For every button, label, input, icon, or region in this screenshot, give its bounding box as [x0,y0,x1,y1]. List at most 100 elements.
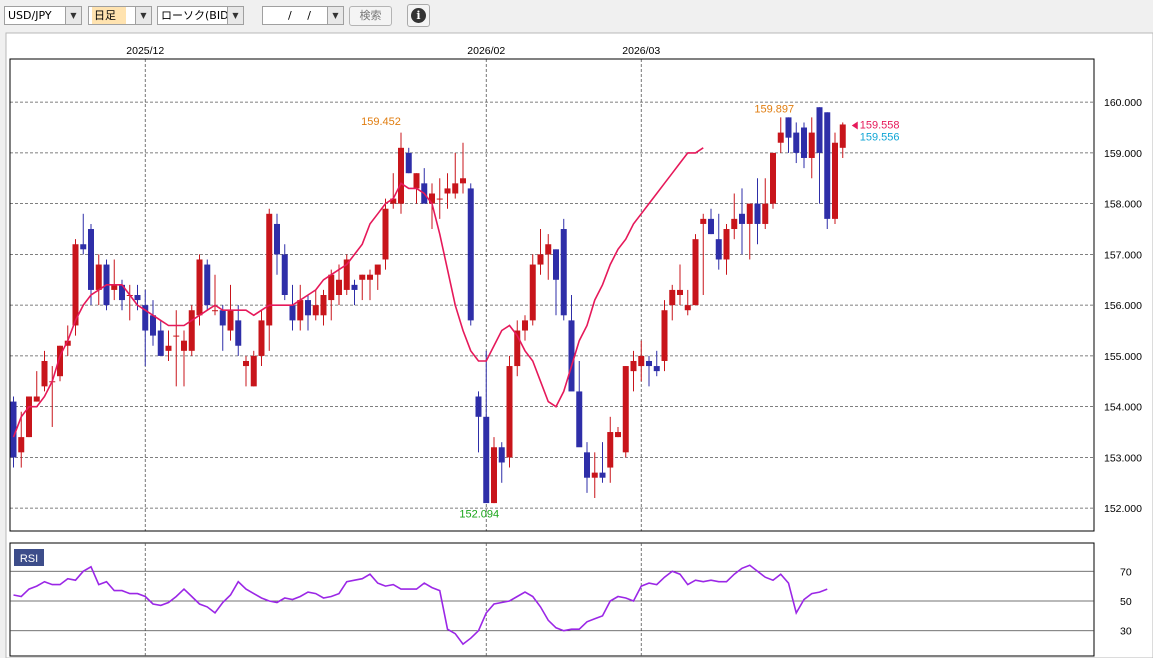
candle-body [72,244,79,326]
period-high-label: 159.452 [361,116,401,128]
candle-body [692,239,699,306]
candle-body [568,320,575,392]
candle-body [638,355,645,367]
candle-body [475,396,482,417]
candle-body [219,310,226,326]
candle-body [41,360,48,387]
date-tick-label: 2025/12 [126,45,164,57]
price-tick-label: 157.000 [1104,249,1142,261]
chevron-down-icon: ▼ [227,7,243,24]
period-low-label: 152.094 [459,508,499,520]
candle-body [599,472,606,478]
date-tick-label: 2026/02 [467,45,505,57]
candle-body [661,310,668,361]
candle-body [483,416,490,504]
candle-body [374,264,381,275]
candle-body [26,396,32,438]
candle-body [33,396,40,402]
currency-pair-value: USD/JPY [8,9,52,22]
candle-body [762,203,769,224]
price-tick-label: 152.000 [1104,503,1142,515]
info-button[interactable]: i [407,4,430,27]
chevron-down-icon: ▼ [135,7,151,24]
rsi-badge-label: RSI [20,553,38,565]
candle [832,132,838,224]
candle-body [452,183,459,194]
candle-body [181,340,187,351]
rsi-tick-label: 70 [1120,566,1132,578]
candle-body [312,305,319,316]
candle-body [95,264,102,290]
info-icon: i [411,8,426,23]
candle-body [591,472,598,478]
candle-body [173,335,180,337]
candle-body [754,203,761,224]
price-tick-label: 156.000 [1104,300,1142,312]
candle-body [777,132,784,143]
price-tick-label: 158.000 [1104,199,1142,211]
timeframe-value: 日足 [92,7,126,24]
chevron-down-icon: ▼ [327,7,343,24]
candle-body [677,289,683,295]
chart-type-select[interactable]: ローソク(BID) ▼ [157,6,244,25]
price-tick-label: 159.000 [1104,148,1142,160]
candle-body [289,305,296,321]
search-button[interactable]: 検索 [349,6,392,26]
chart-type-value: ローソク(BID) [161,9,233,22]
candle-body [88,229,94,290]
candle-body [653,366,660,372]
chart-area: 2025/12 2026/02 2026/03 152.000 153.000 154.… [5,32,1153,658]
candle-body [816,107,823,153]
candle-body [157,330,164,356]
candle-body [491,447,497,504]
candle-body [715,239,722,260]
candle-body [297,300,304,321]
candle [824,112,831,230]
candle [188,305,195,356]
bid-price-label: 159.558 [860,120,900,132]
rsi-tick-label: 30 [1120,626,1132,638]
candle-body [708,218,714,235]
candle-body [460,178,466,184]
candle-body [266,213,273,326]
candle-body [553,249,559,280]
candle [692,234,699,306]
candle-body [739,213,745,224]
price-tick-label: 154.000 [1104,402,1142,414]
candle-body [204,264,211,306]
candle-body [305,300,311,316]
candle-body [235,320,242,346]
candle-body [382,208,389,260]
candle-body [669,289,676,306]
ask-price-label: 159.556 [860,132,900,144]
candle-body [607,432,614,468]
candle-body [336,279,342,295]
chart-background [5,32,1153,658]
candle [529,254,536,326]
candle-body [793,132,800,153]
currency-pair-select[interactable]: USD/JPY ▼ [4,6,82,25]
candle-body [274,223,280,255]
candle-body [498,447,505,463]
candle-body [250,355,257,387]
candle-body [700,218,707,224]
candle [622,366,629,458]
candle [467,183,474,326]
candle-body [630,360,637,372]
candle-body [584,452,590,478]
candle-body [111,284,118,290]
candle-body [359,274,366,280]
candle-body [444,188,451,194]
candle [204,259,211,311]
timeframe-select[interactable]: 日足 ▼ [88,6,152,25]
candle-body [212,310,218,312]
candle [506,355,513,468]
candle-body [646,360,652,367]
candle-body [615,432,621,438]
date-input[interactable]: / / ▼ [262,6,344,25]
candle-body [413,173,420,189]
candle-body [723,229,730,260]
candle-body [506,366,513,458]
candle-body [258,320,265,356]
candle-body [18,437,25,453]
